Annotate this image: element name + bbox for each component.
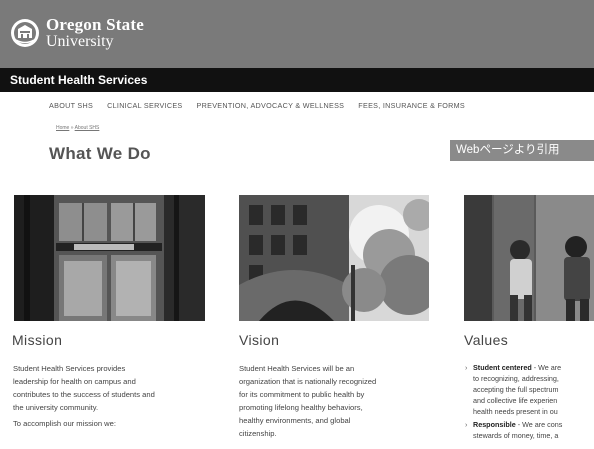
mission-extra-text: To accomplish our mission we: [13, 419, 116, 428]
nav-fees-insurance-forms[interactable]: FEES, INSURANCE & FORMS [358, 101, 465, 110]
vision-line: organization that is nationally recogniz… [239, 377, 377, 386]
values-item-line: and collective life experien [473, 396, 558, 405]
page: Oregon State University Student Health S… [0, 0, 594, 449]
vision-photo [239, 195, 429, 321]
vision-heading: Vision [239, 332, 280, 348]
values-item-line: health needs present in ou [473, 407, 558, 416]
unit-bar: Student Health Services [0, 68, 594, 92]
vision-line: citizenship. [239, 429, 277, 438]
values-item-line: accepting the full spectrum [473, 385, 559, 394]
values-item-line: to recognizing, addressing, [473, 374, 559, 383]
university-seal-icon [11, 19, 39, 47]
nav-prevention-advocacy-wellness[interactable]: PREVENTION, ADVOCACY & WELLNESS [197, 101, 345, 110]
mission-text: Student Health Services provides leaders… [13, 362, 209, 414]
values-item-line: stewards of money, time, a [473, 431, 559, 440]
mission-line: leadership for health on campus and [13, 377, 136, 386]
values-item-head: Student centered [473, 363, 532, 372]
osu-logo[interactable]: Oregon State University [10, 16, 144, 50]
values-item-head: Responsible [473, 420, 516, 429]
vision-line: healthy environments, and global [239, 416, 351, 425]
values-item-line: - We are cons [515, 420, 563, 429]
unit-title[interactable]: Student Health Services [10, 73, 147, 87]
mission-photo [14, 195, 205, 321]
mission-heading: Mission [12, 332, 63, 348]
values-list: Student centered - We are to recognizing… [464, 362, 594, 443]
values-item-line: - We are [531, 363, 562, 372]
caption-label: Webページより引用 [450, 140, 594, 161]
values-heading: Values [464, 332, 509, 348]
breadcrumb-home[interactable]: Home [56, 125, 69, 131]
mission-line: contributes to the success of students a… [13, 390, 155, 399]
logo-line-2: University [46, 33, 114, 50]
nav-clinical-services[interactable]: CLINICAL SERVICES [107, 101, 182, 110]
vision-line: for its commitment to public health by [239, 390, 365, 399]
main-nav: ABOUT SHS CLINICAL SERVICES PREVENTION, … [49, 101, 479, 110]
values-photo [464, 195, 594, 321]
nav-about-shs[interactable]: ABOUT SHS [49, 101, 93, 110]
breadcrumb: Home » About SHS [56, 125, 99, 131]
page-title: What We Do [49, 144, 151, 163]
vision-line: Student Health Services will be an [239, 364, 355, 373]
vision-line: promoting lifelong healthy behaviors, [239, 403, 363, 412]
site-header: Oregon State University [0, 0, 594, 68]
values-item-student-centered: Student centered - We are to recognizing… [464, 362, 594, 417]
breadcrumb-current[interactable]: About SHS [75, 125, 100, 131]
logo-line-1: Oregon State [46, 15, 144, 34]
values-item-responsible: Responsible - We are cons stewards of mo… [464, 419, 594, 441]
mission-line: the university community. [13, 403, 99, 412]
vision-text: Student Health Services will be an organ… [239, 362, 435, 440]
mission-line: Student Health Services provides [13, 364, 126, 373]
